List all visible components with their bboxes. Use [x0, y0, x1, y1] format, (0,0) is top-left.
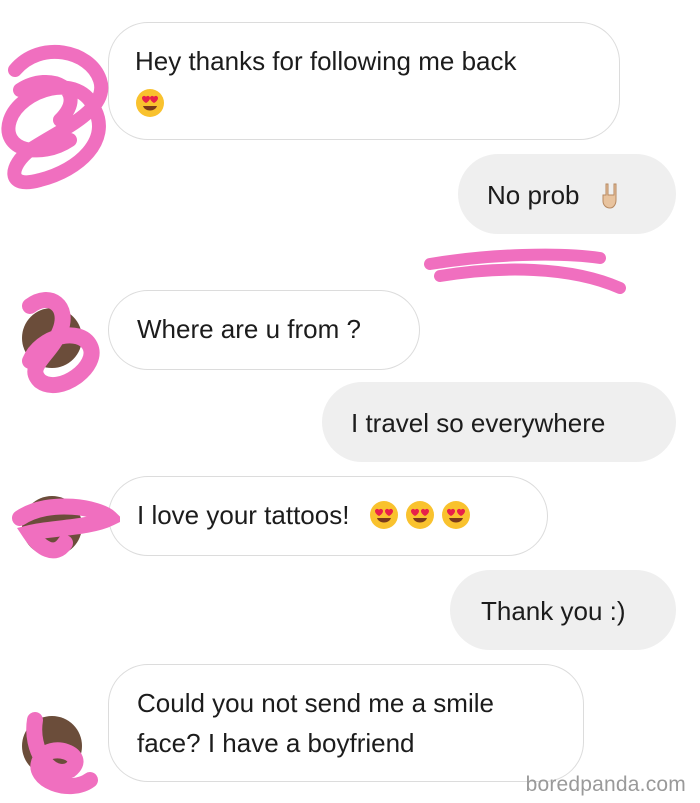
redaction-scribble	[10, 286, 110, 396]
heart-eyes-emoji-icon	[135, 88, 165, 118]
redaction-scribble	[10, 700, 110, 800]
message-bubble-incoming: Where are u from ?	[108, 290, 420, 370]
message-bubble-incoming: Hey thanks for following me back	[108, 22, 620, 140]
redaction-scribble	[0, 30, 120, 190]
heart-eyes-emoji-icon	[441, 500, 471, 530]
heart-eyes-emoji-icon	[405, 500, 435, 530]
message-bubble-incoming: Could you not send me a smile face? I ha…	[108, 664, 584, 782]
watermark: boredpanda.com	[525, 773, 686, 796]
message-text: Hey thanks for following me back	[135, 46, 517, 76]
message-text: I travel so everywhere	[351, 408, 606, 438]
message-text: Thank you :)	[481, 596, 626, 626]
message-text-line: Could you not send me a smile	[137, 688, 494, 718]
rock-on-hand-emoji-icon	[597, 180, 627, 210]
message-text: Where are u from ?	[137, 314, 361, 344]
heart-eyes-emoji-icon	[369, 500, 399, 530]
message-bubble-outgoing: Thank you :)	[450, 570, 676, 650]
message-bubble-outgoing: No prob	[458, 154, 676, 234]
message-text: I love your tattoos!	[137, 500, 350, 530]
message-bubble-outgoing: I travel so everywhere	[322, 382, 676, 462]
message-text-line: face? I have a boyfriend	[137, 728, 415, 758]
redaction-scribble	[10, 488, 120, 568]
message-bubble-incoming: I love your tattoos!	[108, 476, 548, 556]
message-text: No prob	[487, 180, 580, 210]
redaction-scribble	[420, 236, 630, 306]
